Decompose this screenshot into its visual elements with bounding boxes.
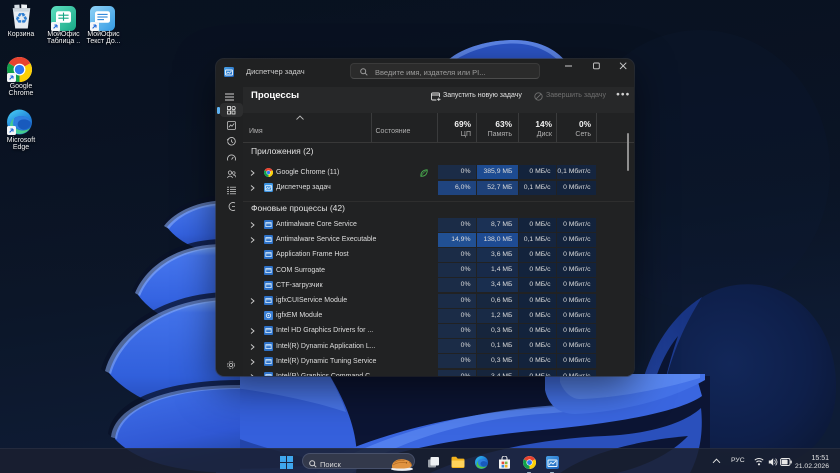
svg-text:♻: ♻	[15, 11, 28, 28]
